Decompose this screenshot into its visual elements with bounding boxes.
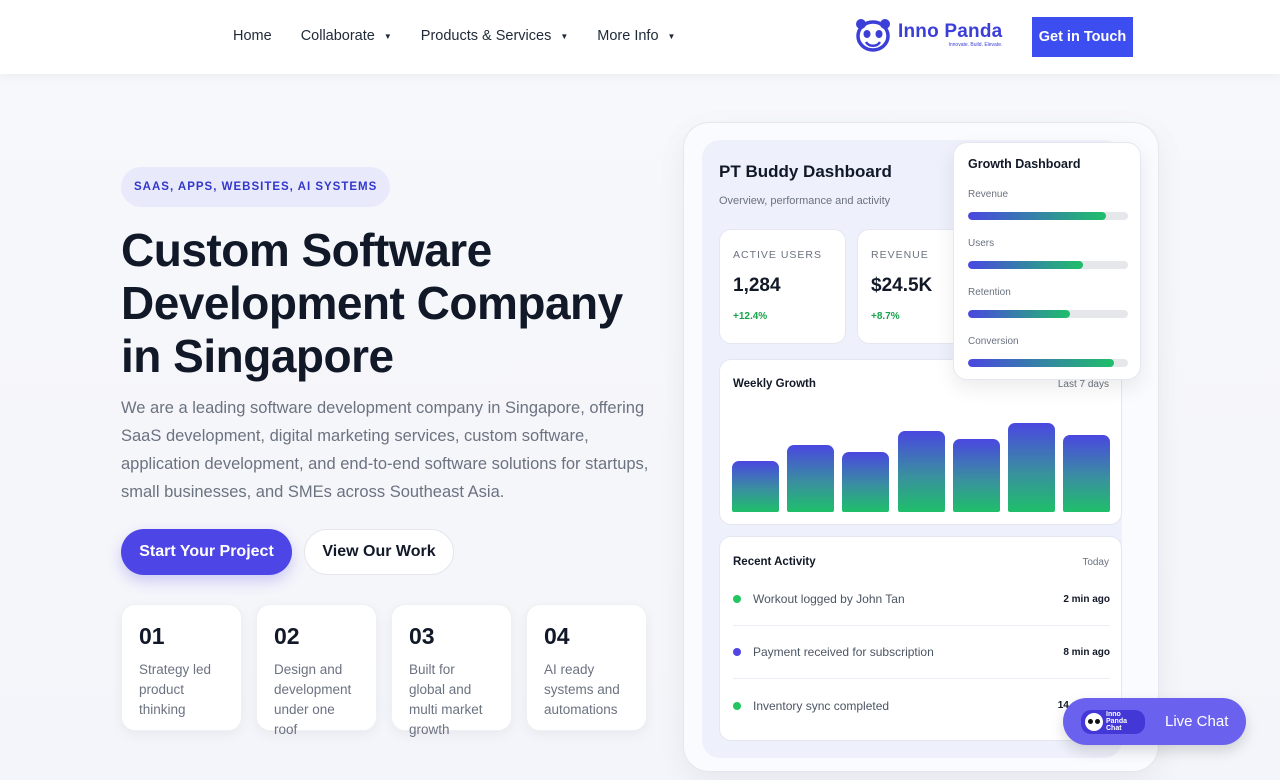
feature-card: 02 Design and development under one roof <box>256 604 377 737</box>
nav-more-info[interactable]: More Info ▼ <box>597 28 675 44</box>
growth-dashboard-card: Growth Dashboard Revenue Users Retention… <box>953 142 1141 380</box>
nav-more-info-label: More Info <box>597 28 659 44</box>
progress-fill <box>968 359 1114 367</box>
feature-text: Design and development under one roof <box>274 662 352 737</box>
nav-collaborate-label: Collaborate <box>300 28 375 44</box>
recent-activity-title: Recent Activity <box>733 556 816 568</box>
recent-activity-panel: Recent Activity Today Workout logged by … <box>719 536 1122 741</box>
dashboard-subtitle: Overview, performance and activity <box>719 195 891 207</box>
progress-track <box>968 212 1128 220</box>
activity-time: 8 min ago <box>1063 646 1110 658</box>
growth-dashboard-title: Growth Dashboard <box>968 157 1081 171</box>
weekly-growth-bar <box>732 461 779 512</box>
hero-title: Custom Software Development Company in S… <box>121 224 623 382</box>
chat-logo-text: Inno Panda Chat <box>1106 711 1128 732</box>
growth-metric-retention: Retention <box>968 287 1128 318</box>
growth-metric-revenue: Revenue <box>968 189 1128 220</box>
progress-track <box>968 310 1128 318</box>
weekly-growth-range: Last 7 days <box>1057 379 1109 390</box>
weekly-growth-panel: Weekly Growth Last 7 days <box>719 359 1122 525</box>
start-your-project-button[interactable]: Start Your Project <box>121 529 292 575</box>
recent-activity-range: Today <box>1082 557 1109 568</box>
metric-label: Users <box>968 238 995 249</box>
progress-fill <box>968 212 1106 220</box>
status-dot-icon <box>733 595 741 603</box>
live-chat-label: Live Chat <box>1165 713 1229 730</box>
status-dot-icon <box>733 701 741 710</box>
metric-label: Retention <box>968 287 1011 298</box>
progress-fill <box>968 310 1071 318</box>
activity-item: Workout logged by John Tan 2 min ago <box>733 573 1110 626</box>
stat-delta: +12.4% <box>733 311 768 322</box>
weekly-growth-bar <box>1008 423 1055 512</box>
activity-text: Workout logged by John Tan <box>753 592 905 606</box>
site-logo[interactable]: Inno Panda Innovate. Build. Elevate. <box>854 17 1002 53</box>
weekly-growth-bars <box>732 412 1111 512</box>
nav-products-services[interactable]: Products & Services ▼ <box>421 28 568 44</box>
nav-home[interactable]: Home <box>233 28 272 44</box>
chat-logo: Inno Panda Chat <box>1081 709 1145 734</box>
status-dot-icon <box>733 648 741 656</box>
feature-card: 01 Strategy led product thinking <box>121 604 242 731</box>
weekly-growth-bar <box>897 431 945 512</box>
feature-text: AI ready systems and automations <box>544 662 620 717</box>
panda-face-icon <box>1085 712 1103 731</box>
stat-label: ACTIVE USERS <box>733 249 823 261</box>
progress-fill <box>968 261 1084 269</box>
activity-time: 2 min ago <box>1063 593 1110 605</box>
stat-card-active-users: ACTIVE USERS 1,284 +12.4% <box>719 229 846 344</box>
nav-collaborate[interactable]: Collaborate ▼ <box>301 28 392 44</box>
metric-label: Conversion <box>968 336 1019 347</box>
feature-number: 02 <box>274 623 300 649</box>
get-in-touch-button[interactable]: Get in Touch <box>1032 17 1133 57</box>
stat-value: 1,284 <box>733 275 781 296</box>
dashboard-title: PT Buddy Dashboard <box>719 162 892 181</box>
hero-badge: SAAS, APPS, WEBSITES, AI SYSTEMS <box>121 167 391 207</box>
feature-number: 03 <box>409 623 435 649</box>
activity-text: Inventory sync completed <box>753 698 890 713</box>
feature-card: 04 AI ready systems and automations <box>526 604 647 731</box>
feature-number: 01 <box>139 623 165 649</box>
site-header: Home Collaborate ▼ Products & Services ▼ M… <box>0 0 1280 74</box>
panda-logo-icon <box>856 19 890 52</box>
caret-down-icon: ▼ <box>667 31 676 41</box>
weekly-growth-bar <box>787 445 835 512</box>
logo-name: Inno Panda <box>898 21 1003 42</box>
caret-down-icon: ▼ <box>383 31 392 41</box>
nav-products-label: Products & Services <box>420 28 552 44</box>
view-our-work-button[interactable]: View Our Work <box>304 529 454 575</box>
progress-track <box>968 359 1128 367</box>
main-nav: Home Collaborate ▼ Products & Services ▼ M… <box>233 28 704 44</box>
growth-metric-conversion: Conversion <box>968 336 1128 367</box>
activity-item: Inventory sync completed 14 min ago <box>733 679 1110 732</box>
progress-track <box>968 261 1128 269</box>
feature-cards: 01 Strategy led product thinking 02 Desi… <box>121 604 647 737</box>
weekly-growth-title: Weekly Growth <box>733 378 816 390</box>
caret-down-icon: ▼ <box>560 31 569 41</box>
live-chat-button[interactable]: Inno Panda Chat Live Chat <box>1063 698 1246 745</box>
activity-text: Payment received for subscription <box>753 645 934 659</box>
activity-item: Payment received for subscription 8 min … <box>733 626 1110 679</box>
logo-tagline: Innovate. Build. Elevate. <box>948 42 1003 48</box>
feature-text: Strategy led product thinking <box>139 662 212 717</box>
weekly-growth-bar <box>842 452 890 512</box>
feature-card: 03 Built for global and multi market gro… <box>391 604 512 737</box>
feature-text: Built for global and multi market growth <box>409 662 483 737</box>
weekly-growth-bar <box>1063 435 1111 512</box>
hero-description: We are a leading software development co… <box>121 399 649 501</box>
nav-home-label: Home <box>233 28 272 44</box>
weekly-growth-bar <box>952 439 1000 512</box>
growth-metric-users: Users <box>968 238 1128 269</box>
feature-number: 04 <box>544 623 570 649</box>
metric-label: Revenue <box>968 189 1009 200</box>
